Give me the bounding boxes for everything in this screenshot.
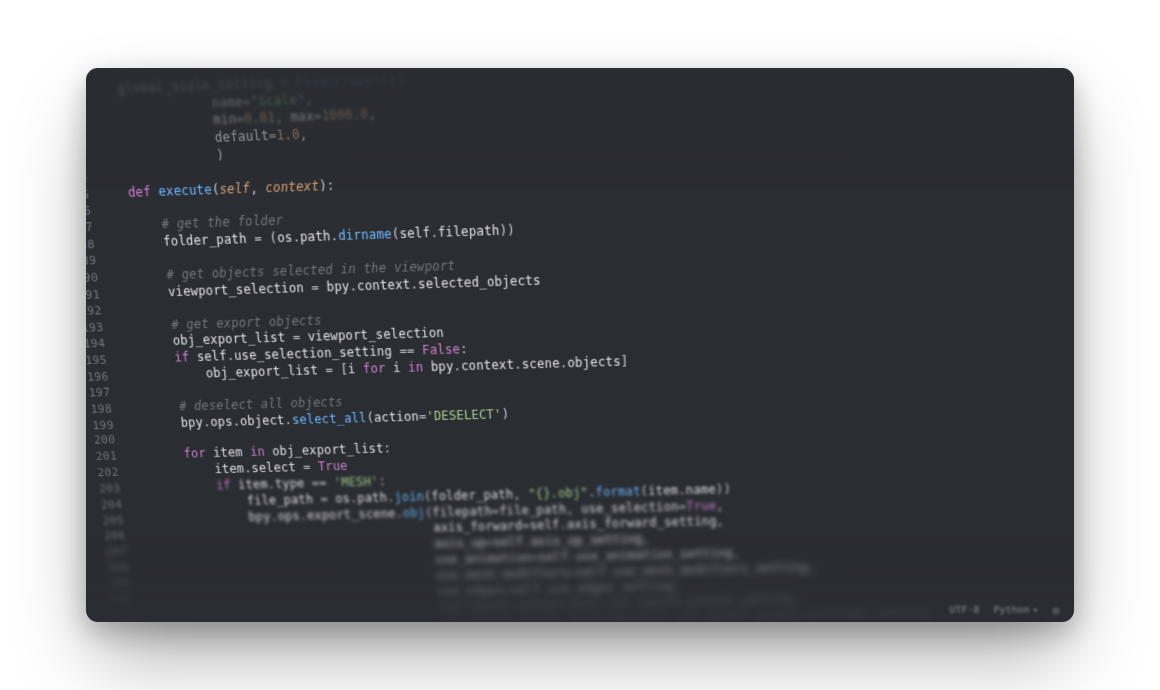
line-number: 204 [86, 497, 131, 513]
line-number: 202 [86, 465, 128, 481]
status-language[interactable]: Python [993, 605, 1038, 616]
line-number: 194 [86, 337, 114, 354]
line-number: 198 [86, 402, 121, 419]
line-number: 188 [86, 237, 104, 255]
line-number: 189 [86, 253, 106, 270]
line-number: 186 [86, 203, 100, 221]
status-encoding[interactable]: UTF-8 [949, 605, 979, 616]
line-number: 210 [95, 592, 141, 607]
line-number: 184 [86, 169, 97, 187]
line-number: 208 [92, 561, 138, 577]
line-number: 193 [86, 320, 113, 337]
line-number: 206 [88, 529, 134, 545]
line-number: 197 [86, 385, 119, 402]
line-number: 207 [90, 545, 136, 561]
line-number: 195 [86, 353, 116, 370]
line-number: 190 [86, 270, 107, 287]
editor-window: 177 default='',178 )179 global_scale_set… [86, 68, 1074, 622]
line-number: 199 [86, 418, 123, 434]
line-number: 205 [86, 513, 132, 529]
line-number: 192 [86, 303, 111, 320]
line-number: 211 [97, 607, 143, 622]
line-number: 187 [86, 220, 102, 238]
line-number: 200 [86, 433, 124, 449]
line-number: 209 [93, 576, 139, 592]
line-number: 201 [86, 449, 126, 465]
editor-pane[interactable]: 177 default='',178 )179 global_scale_set… [86, 68, 1074, 622]
line-number: 191 [86, 287, 109, 304]
line-number: 203 [86, 481, 129, 497]
status-dot-icon [1052, 607, 1060, 615]
line-number: 196 [86, 370, 118, 387]
status-bar: UTF-8 Python [949, 605, 1060, 616]
